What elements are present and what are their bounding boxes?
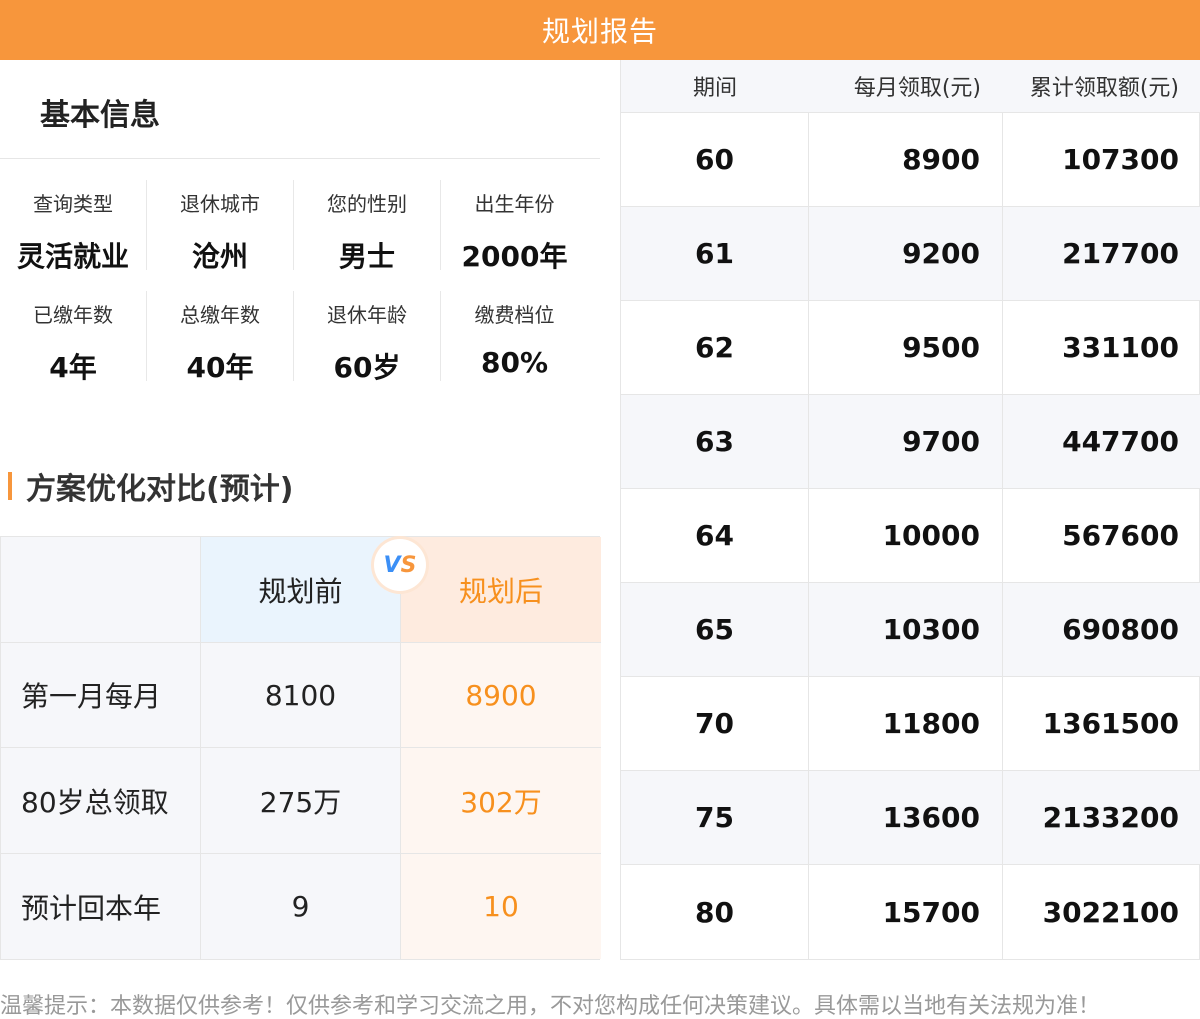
compare-after-value: 302万 [401, 748, 601, 853]
compare-title-text: 方案优化对比(预计) [26, 472, 294, 507]
cell-total: 217700 [1062, 237, 1179, 270]
compare-row-label: 第一月每月 [1, 643, 201, 747]
cell-total: 690800 [1062, 613, 1179, 646]
top-bar: 规划报告 [0, 0, 1200, 60]
info-value: 4年 [49, 351, 97, 384]
info-label: 您的性别 [327, 192, 407, 216]
payout-table-header: 期间 每月领取(元) 累计领取额(元) [621, 60, 1200, 112]
header-monthly: 每月领取(元) [853, 76, 981, 101]
header-period: 期间 [692, 76, 737, 101]
info-label: 退休城市 [180, 192, 260, 216]
cell-monthly: 15700 [809, 865, 1003, 959]
info-label: 缴费档位 [474, 303, 555, 327]
cell-period: 63 [621, 395, 809, 488]
compare-title: 方案优化对比(预计) [8, 468, 293, 507]
info-value: 男士 [338, 240, 395, 273]
vs-v: V [383, 552, 401, 578]
cell-period: 64 [621, 489, 809, 582]
info-value: 60岁 [333, 351, 401, 384]
info-value: 2000年 [461, 240, 568, 273]
info-label: 已缴年数 [33, 303, 113, 327]
info-retire-age: 退休年龄 60岁 [294, 291, 441, 384]
page-title: 规划报告 [541, 15, 658, 48]
compare-before-value: 275万 [201, 748, 401, 853]
cell-period: 61 [621, 207, 809, 300]
info-label: 查询类型 [33, 192, 113, 216]
cell-monthly: 10300 [809, 583, 1003, 676]
info-value: 40年 [186, 351, 254, 384]
table-row: 80 15700 3022100 [621, 864, 1200, 959]
cell-period: 60 [621, 113, 809, 206]
table-row: 60 8900 107300 [621, 112, 1200, 206]
cell-total: 3022100 [1042, 895, 1179, 929]
compare-table: 规划前 规划后 第一月每月 8100 8900 80岁总领取 275万 302万… [0, 536, 601, 960]
compare-row-label: 80岁总领取 [1, 748, 201, 853]
cell-period: 80 [621, 865, 809, 959]
table-row: 65 10300 690800 [621, 582, 1200, 676]
compare-before-value: 8100 [201, 643, 401, 747]
table-row: 62 9500 331100 [621, 300, 1200, 394]
table-row: 63 9700 447700 [621, 394, 1200, 488]
cell-total: 331100 [1062, 331, 1179, 364]
table-row: 第一月每月 8100 8900 [1, 643, 601, 748]
cell-monthly: 13600 [809, 771, 1003, 864]
disclaimer-footer: 温馨提示：本数据仅供参考！仅供参考和学习交流之用，不对您构成任何决策建议。具体需… [0, 994, 1101, 1019]
compare-header-before: 规划前 [201, 537, 401, 642]
basic-info-title: 基本信息 [40, 98, 160, 133]
cell-monthly: 9200 [809, 207, 1003, 300]
cell-monthly: 10000 [809, 489, 1003, 582]
cell-monthly: 9700 [809, 395, 1003, 488]
header-total: 累计领取额(元) [1029, 76, 1179, 101]
info-contribution-level: 缴费档位 80% [441, 291, 588, 381]
compare-row-label: 预计回本年 [1, 854, 201, 959]
info-label: 总缴年数 [180, 303, 260, 327]
table-row: 64 10000 567600 [621, 488, 1200, 582]
info-value: 沧州 [191, 240, 248, 273]
table-row: 预计回本年 9 10 [1, 854, 601, 959]
compare-header-row: 规划前 规划后 [1, 537, 601, 643]
title-accent-bar [8, 472, 12, 500]
compare-after-value: 10 [401, 854, 601, 959]
info-label: 退休年龄 [327, 303, 407, 327]
info-retire-city: 退休城市 沧州 [147, 180, 294, 273]
info-value: 80% [480, 346, 549, 379]
compare-before-value: 9 [201, 854, 401, 959]
cell-period: 65 [621, 583, 809, 676]
info-birth-year: 出生年份 2000年 [441, 180, 588, 273]
info-label: 出生年份 [474, 192, 555, 216]
divider [0, 158, 600, 159]
cell-period: 70 [621, 677, 809, 770]
cell-total: 1361500 [1042, 707, 1179, 740]
compare-header-after: 规划后 [401, 537, 601, 642]
compare-header-empty [1, 537, 201, 642]
info-gender: 您的性别 男士 [294, 180, 441, 273]
cell-total: 107300 [1062, 143, 1179, 176]
cell-period: 62 [621, 301, 809, 394]
cell-period: 75 [621, 771, 809, 864]
vs-badge-icon: VS [374, 539, 426, 591]
table-row: 61 9200 217700 [621, 206, 1200, 300]
compare-after-value: 8900 [401, 643, 601, 747]
table-row: 80岁总领取 275万 302万 [1, 748, 601, 854]
table-row: 75 13600 2133200 [621, 770, 1200, 864]
cell-monthly: 8900 [809, 113, 1003, 206]
info-value: 灵活就业 [16, 240, 129, 273]
info-total-years: 总缴年数 40年 [147, 291, 294, 384]
cell-total: 447700 [1062, 425, 1179, 458]
info-query-type: 查询类型 灵活就业 [0, 180, 147, 273]
vs-s: S [400, 552, 417, 578]
cell-monthly: 11800 [809, 677, 1003, 770]
cell-total: 567600 [1062, 519, 1179, 552]
info-paid-years: 已缴年数 4年 [0, 291, 147, 384]
cell-monthly: 9500 [809, 301, 1003, 394]
table-row: 70 11800 1361500 [621, 676, 1200, 770]
payout-table: 期间 每月领取(元) 累计领取额(元) 60 8900 107300 61 92… [620, 60, 1200, 960]
cell-total: 2133200 [1042, 801, 1179, 834]
